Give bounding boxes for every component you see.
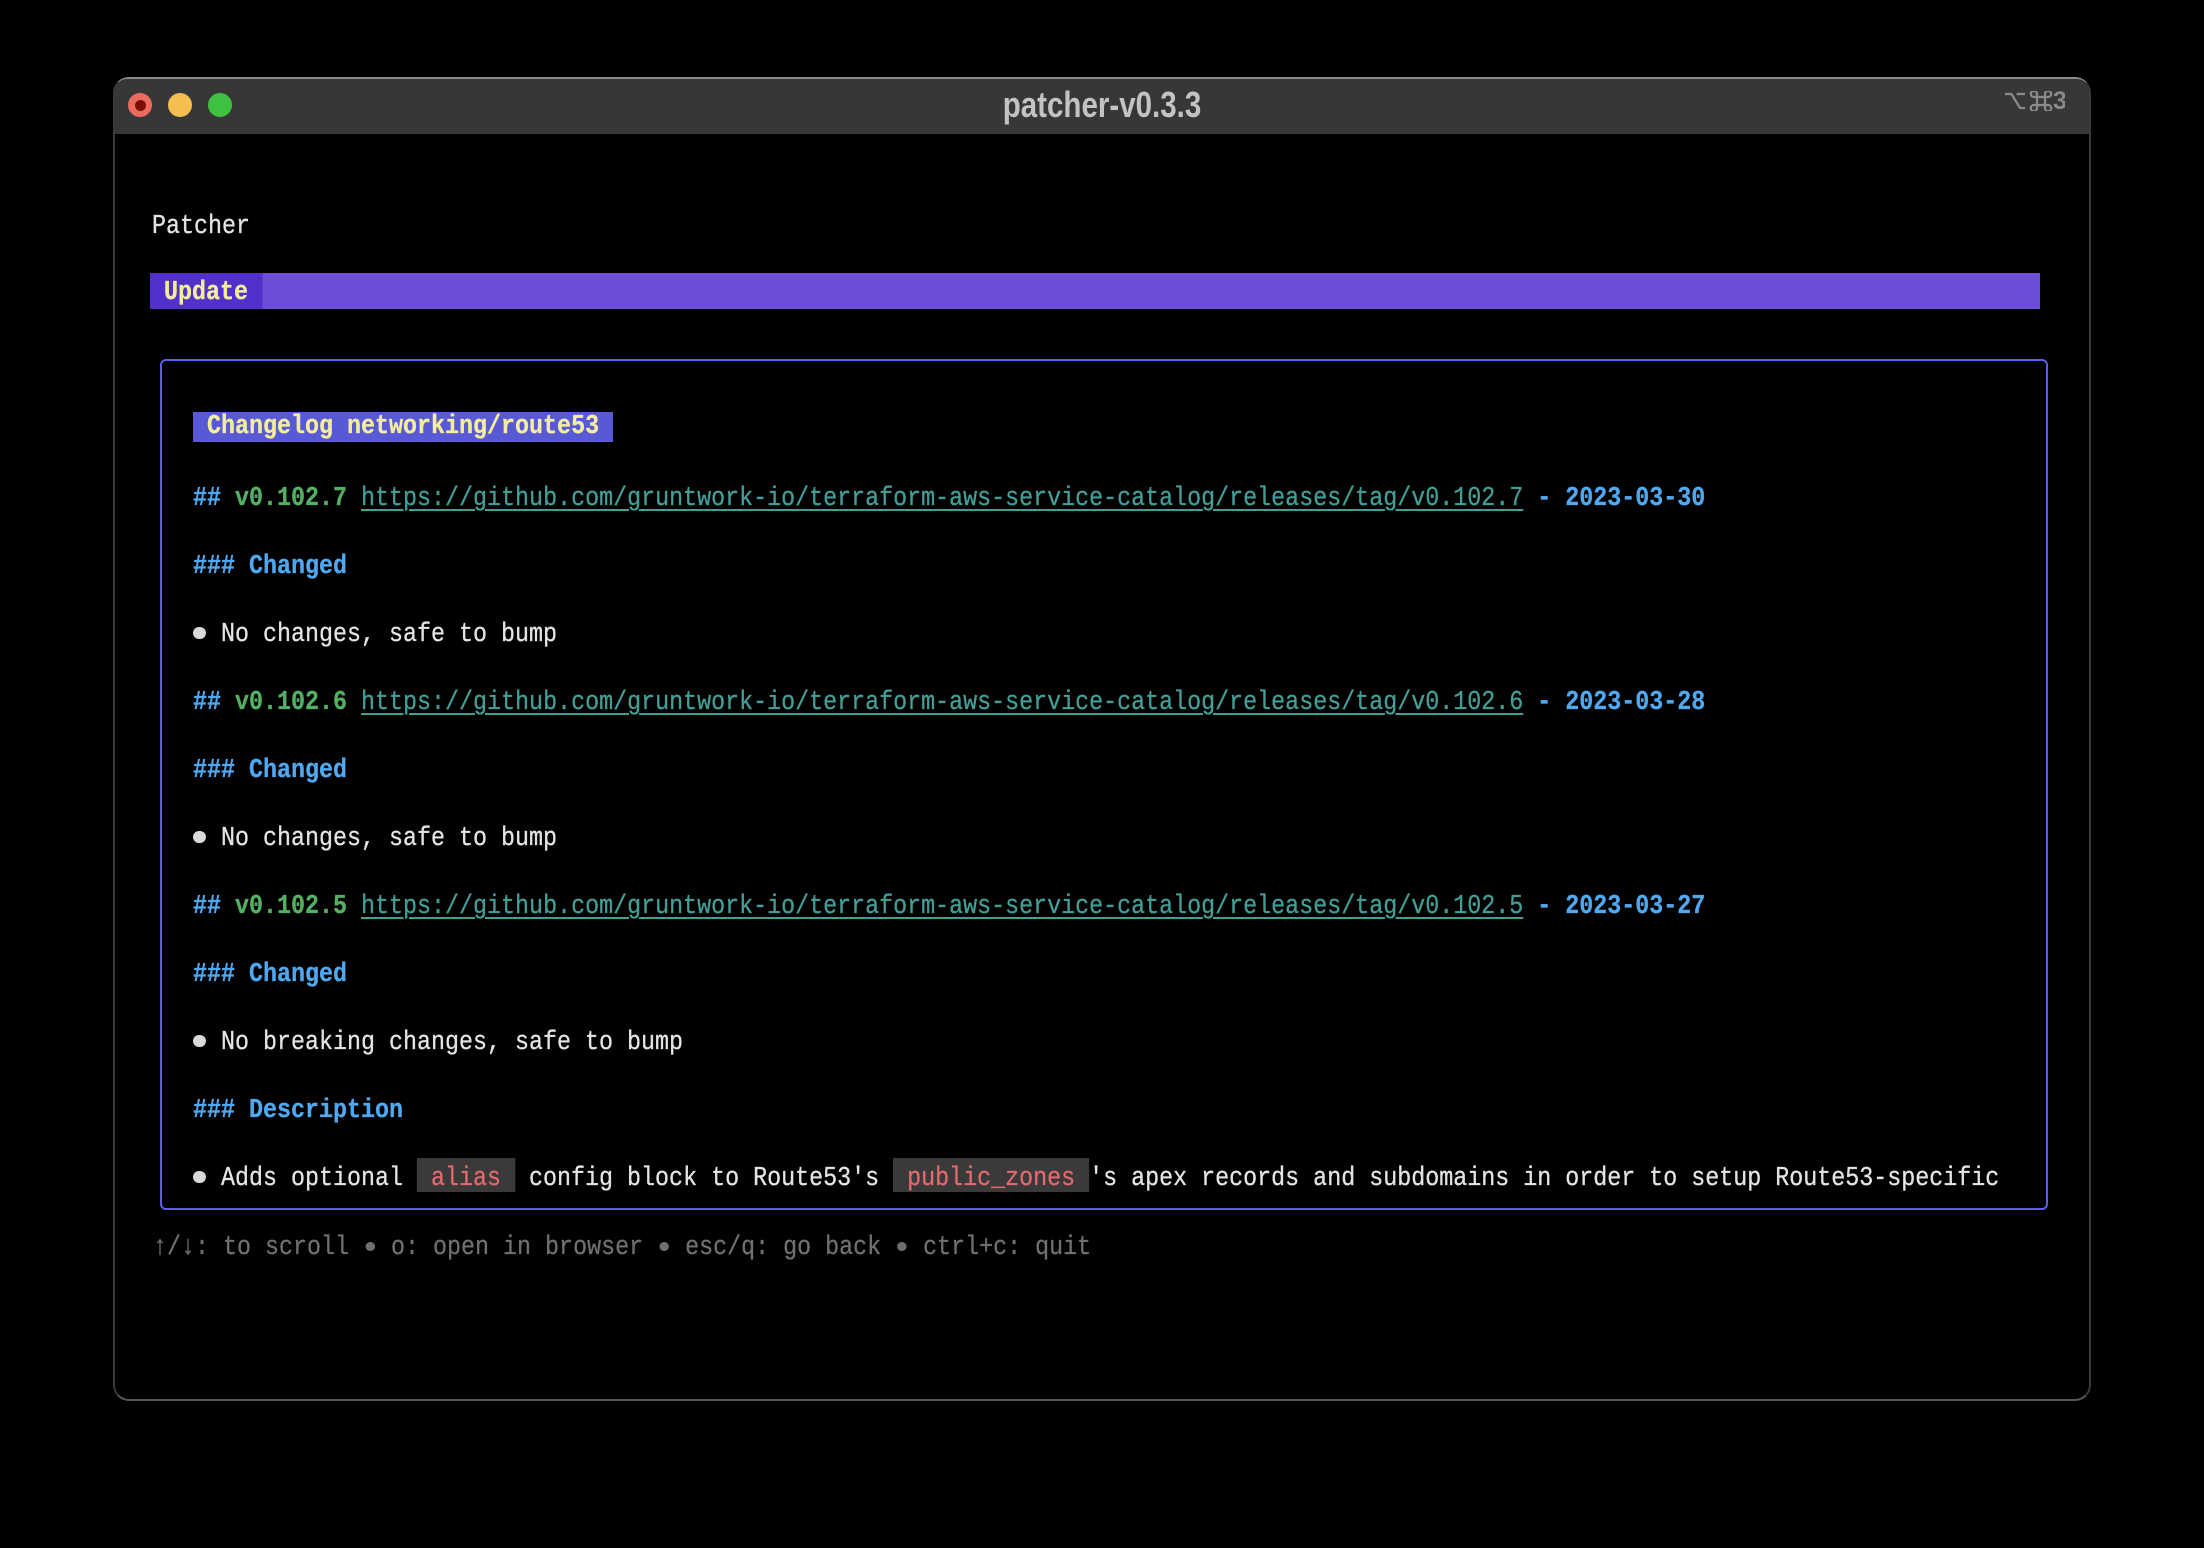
svg-text:3: 3 [2053, 91, 2065, 111]
